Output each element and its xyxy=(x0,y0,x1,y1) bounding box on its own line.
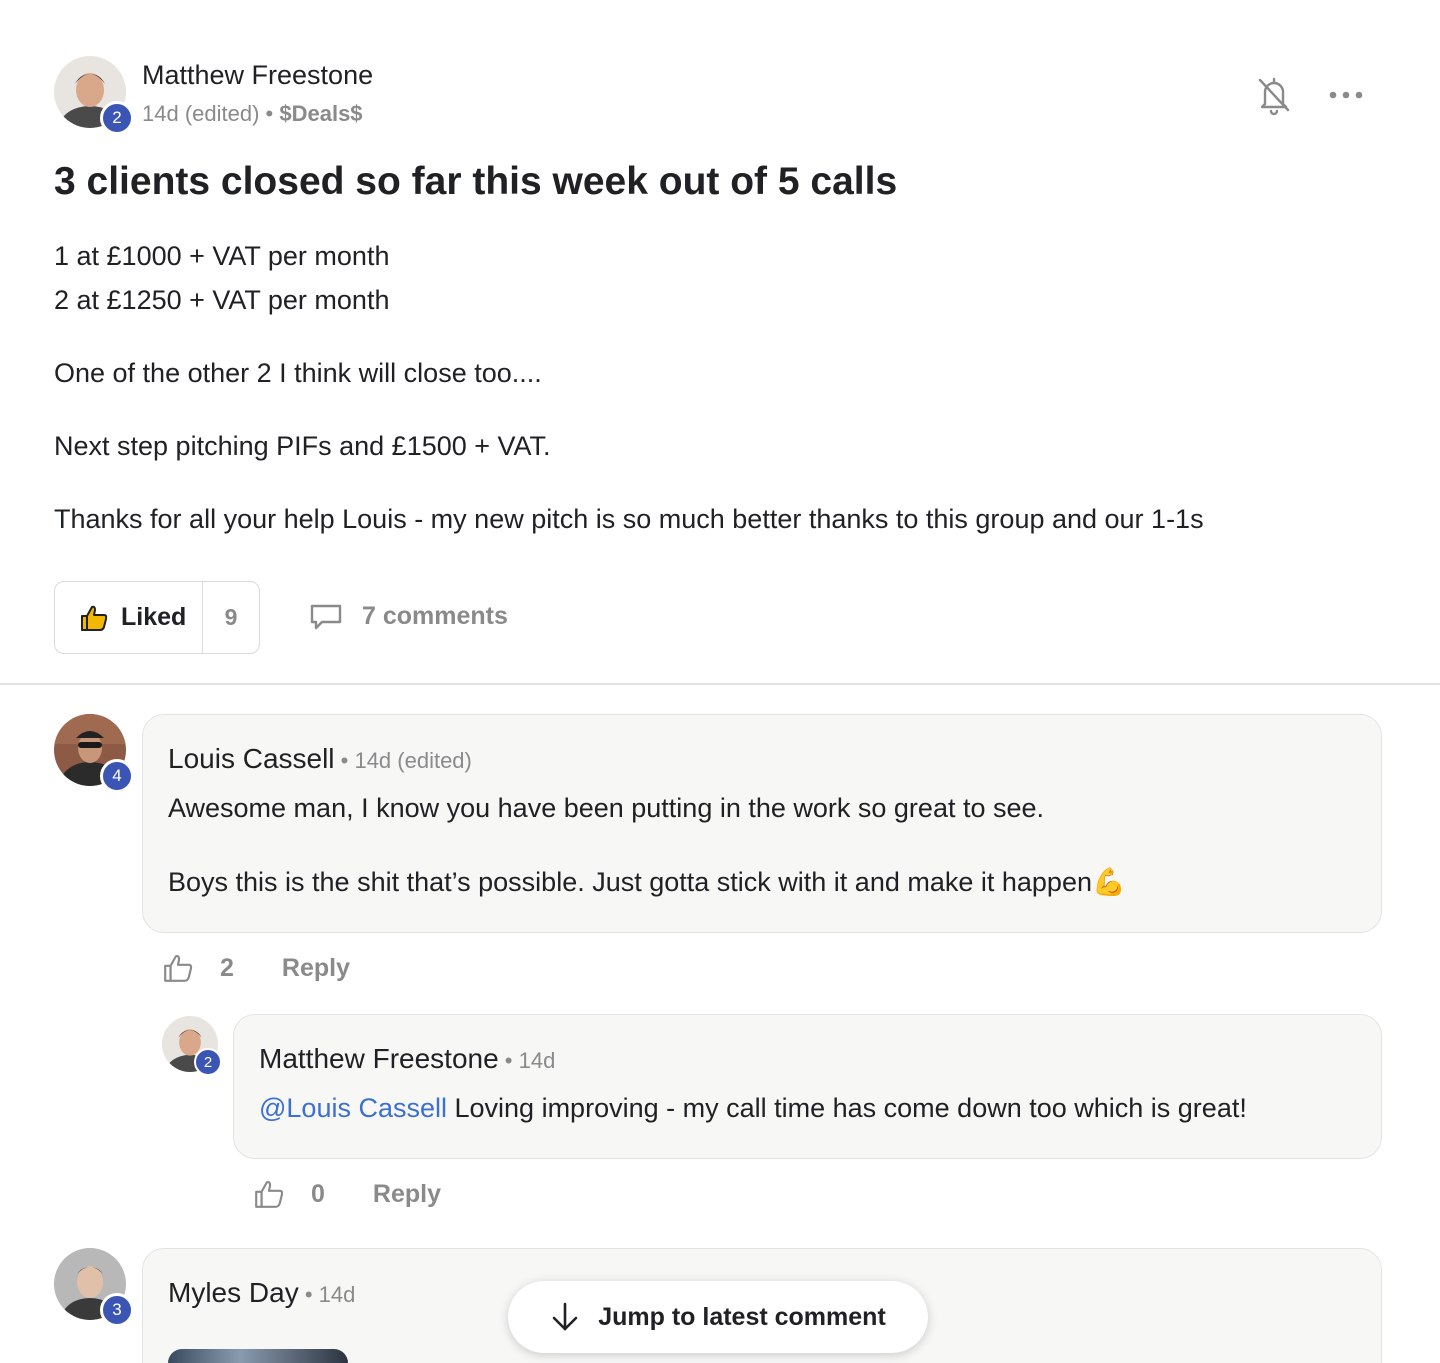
jump-button-label: Jump to latest comment xyxy=(598,1302,886,1331)
post-card: 2 Matthew Freestone 14d (edited) • $Deal… xyxy=(0,0,1440,1363)
comment-bubble: Louis Cassell • 14d (edited) Awesome man… xyxy=(142,714,1382,933)
comment-author[interactable]: Myles Day xyxy=(168,1277,299,1308)
comments-link[interactable]: 7 comments xyxy=(308,601,508,631)
divider xyxy=(0,683,1440,685)
like-count[interactable]: 9 xyxy=(203,604,259,631)
comment-author[interactable]: Matthew Freestone xyxy=(259,1043,499,1074)
jump-to-latest-comment-button[interactable]: Jump to latest comment xyxy=(508,1281,928,1353)
comment-meta: • 14d (edited) xyxy=(334,748,472,773)
post-meta: 14d (edited) • $Deals$ xyxy=(142,101,363,127)
reply-author-avatar[interactable]: 2 xyxy=(162,1016,222,1076)
post-body-line: 1 at £1000 + VAT per month xyxy=(54,241,390,271)
reply-bubble: Matthew Freestone • 14d @Louis Cassell L… xyxy=(233,1014,1382,1159)
thumbs-up-icon[interactable] xyxy=(253,1178,285,1210)
post-body-paragraph: One of the other 2 I think will close to… xyxy=(54,358,542,388)
comment-text: Boys this is the shit that’s possible. J… xyxy=(168,867,1126,897)
comments-count-label: 7 comments xyxy=(362,601,508,630)
comment-actions: 2 Reply xyxy=(162,952,350,984)
comment-author[interactable]: Louis Cassell xyxy=(168,743,335,774)
reply-actions: 0 Reply xyxy=(253,1178,441,1210)
post-body-paragraph: Next step pitching PIFs and £1500 + VAT. xyxy=(54,431,551,461)
arrow-down-icon xyxy=(552,1302,578,1331)
post-body-paragraph: Thanks for all your help Louis - my new … xyxy=(54,504,1204,534)
reply-text: Loving improving - my call time has come… xyxy=(447,1093,1247,1123)
commenter-avatar[interactable]: 3 xyxy=(54,1248,134,1327)
reply-button[interactable]: Reply xyxy=(373,1180,441,1209)
comment-bubble-icon xyxy=(310,604,342,630)
level-badge: 4 xyxy=(100,759,134,793)
thumbs-up-icon[interactable] xyxy=(162,952,194,984)
post-time: 14d (edited) xyxy=(142,101,260,126)
thumbs-up-icon xyxy=(81,605,108,631)
like-control: Liked 9 xyxy=(54,581,260,654)
comment-meta: • 14d xyxy=(298,1282,356,1307)
comment-text: @Louis Cassell Loving improving - my cal… xyxy=(259,1093,1247,1124)
more-horizontal-icon[interactable] xyxy=(1328,88,1364,102)
post-category[interactable]: $Deals$ xyxy=(279,101,362,126)
level-badge: 2 xyxy=(194,1048,222,1076)
post-body-line: 2 at £1250 + VAT per month xyxy=(54,285,390,315)
user-mention[interactable]: @Louis Cassell xyxy=(259,1093,447,1123)
post-body: 1 at £1000 + VAT per month 2 at £1250 + … xyxy=(54,234,1204,541)
post-author-name[interactable]: Matthew Freestone xyxy=(142,60,373,91)
like-label: Liked xyxy=(121,603,187,631)
comment-text: Awesome man, I know you have been puttin… xyxy=(168,793,1045,823)
bell-off-icon[interactable] xyxy=(1256,74,1292,116)
level-badge: 3 xyxy=(100,1293,134,1327)
post-author-avatar[interactable]: 2 xyxy=(54,56,134,135)
reply-like-count: 0 xyxy=(311,1179,325,1208)
like-button[interactable]: Liked xyxy=(55,582,203,653)
commenter-avatar[interactable]: 4 xyxy=(54,714,134,793)
reply-button[interactable]: Reply xyxy=(282,954,350,983)
post-title: 3 clients closed so far this week out of… xyxy=(54,160,898,203)
meta-separator: • xyxy=(259,101,280,126)
level-badge: 2 xyxy=(100,101,134,135)
comment-image-attachment[interactable] xyxy=(168,1349,348,1363)
comment-like-count: 2 xyxy=(220,953,234,982)
comment-meta: • 14d xyxy=(498,1048,556,1073)
